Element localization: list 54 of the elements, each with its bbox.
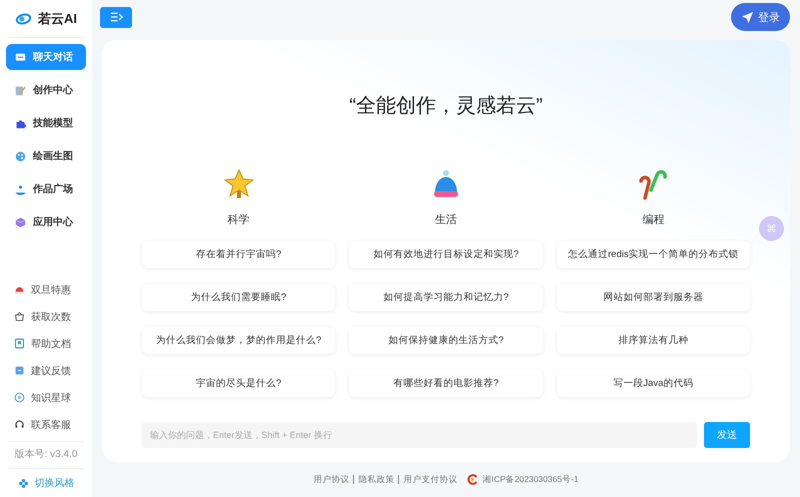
basket-icon: [14, 311, 25, 322]
category-title: 生活: [434, 213, 457, 227]
menu-toggle-button[interactable]: [100, 6, 132, 28]
icp-link[interactable]: 湘ICP备2023030365号-1: [482, 474, 578, 486]
send-icon: [741, 10, 754, 24]
footer-link[interactable]: 隐私政策: [358, 474, 394, 486]
nav-item[interactable]: 作品广场: [6, 176, 86, 202]
nav-item[interactable]: 应用中心: [6, 209, 86, 235]
palette-icon: [15, 150, 26, 162]
suggestion-button[interactable]: 怎么通过redis实现一个简单的分布式锁: [556, 241, 750, 268]
footer-link[interactable]: 用户支付协议: [403, 474, 458, 486]
sidebar-link[interactable]: 联系客服: [14, 411, 78, 438]
category-title: 编程: [642, 213, 664, 227]
menu-icon: [110, 12, 122, 22]
footer-link[interactable]: 用户协议: [313, 474, 350, 486]
nav-item[interactable]: 绘画生图: [6, 143, 86, 169]
cloud-logo-icon: [15, 12, 32, 26]
pencil-note-icon: [15, 84, 26, 96]
feedback-icon: [14, 365, 25, 376]
sidebar-link[interactable]: 建议反馈: [14, 357, 78, 384]
suggestion-button[interactable]: 网站如何部署到服务器: [556, 284, 750, 311]
version-text: 版本号: v3.4.0: [8, 441, 84, 469]
suggestion-button[interactable]: 有哪些好看的电影推荐?: [349, 370, 543, 397]
headset-icon: [14, 419, 25, 430]
suggestion-button[interactable]: 如何保持健康的生活方式?: [349, 327, 543, 354]
login-button[interactable]: 登录: [731, 3, 790, 31]
star-icon: [222, 168, 255, 200]
document-icon: [14, 338, 25, 349]
category-title: 科学: [228, 213, 250, 227]
puzzle-icon: [15, 118, 26, 128]
suggestion-button[interactable]: 为什么我们会做梦，梦的作用是什么?: [142, 327, 336, 354]
sidebar-link[interactable]: 获取次数: [14, 303, 78, 330]
hat-icon: [14, 284, 25, 295]
question-input[interactable]: 输入你的问题，Enter发送，Shift + Enter 换行: [142, 422, 697, 448]
chat-icon: [15, 52, 26, 62]
nav-item[interactable]: 创作中心: [6, 77, 86, 103]
sidebar-link[interactable]: 知识星球: [14, 384, 78, 411]
cube-icon: [15, 216, 26, 228]
suggestion-button[interactable]: 宇宙的尽头是什么?: [142, 370, 336, 397]
page-heading: “全能创作，灵感若云”: [348, 94, 544, 119]
suggestion-button[interactable]: 如何提高学习能力和记忆力?: [349, 284, 543, 311]
badge-icon: [467, 474, 478, 485]
suggestion-button[interactable]: 为什么我们需要睡眠?: [142, 284, 336, 311]
sidebar-link[interactable]: 双旦特惠: [14, 276, 78, 303]
sidebar-link[interactable]: 帮助文档: [14, 330, 78, 357]
nav-item[interactable]: 技能模型: [6, 110, 86, 136]
suggestion-button[interactable]: 如何有效地进行目标设定和实现?: [349, 241, 543, 268]
flower-icon: [18, 478, 28, 488]
suggestion-button[interactable]: 存在着并行宇宙吗?: [142, 241, 336, 268]
planet-icon: [14, 392, 25, 403]
brand-name: 若云AI: [38, 10, 77, 28]
suggestion-button[interactable]: 写一段Java的代码: [556, 370, 750, 397]
candy-cane-icon: [637, 168, 670, 200]
suggestion-button[interactable]: 排序算法有几种: [556, 327, 750, 354]
